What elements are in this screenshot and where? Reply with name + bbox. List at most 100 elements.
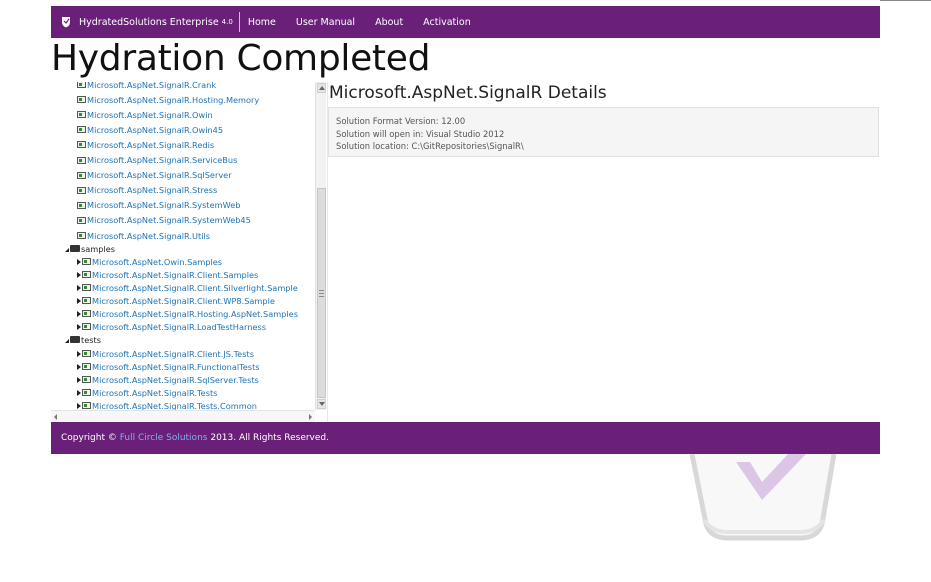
nav-activation[interactable]: Activation bbox=[413, 17, 481, 28]
tree-item-sample[interactable]: Microsoft.AspNet.SignalR.Client.WP8.Samp… bbox=[77, 294, 275, 307]
collapse-arrow-icon[interactable] bbox=[65, 338, 69, 343]
collapse-arrow-icon[interactable] bbox=[65, 247, 69, 252]
tree-item-test[interactable]: Microsoft.AspNet.SignalR.Client.JS.Tests bbox=[77, 347, 254, 360]
tree-item-sample[interactable]: Microsoft.AspNet.SignalR.Client.Samples bbox=[77, 268, 258, 281]
project-link[interactable]: Microsoft.AspNet.SignalR.Owin bbox=[87, 110, 213, 120]
grip-icon bbox=[319, 289, 324, 297]
details-box: Solution Format Version: 12.00 Solution … bbox=[328, 107, 879, 157]
tree-item-project[interactable]: Microsoft.AspNet.SignalR.ServiceBus bbox=[77, 154, 237, 167]
scroll-down-button[interactable] bbox=[317, 399, 326, 409]
tree-item-project[interactable]: Microsoft.AspNet.SignalR.Redis bbox=[77, 138, 214, 151]
expand-arrow-icon[interactable] bbox=[77, 363, 81, 370]
expand-arrow-icon[interactable] bbox=[77, 284, 81, 291]
project-link[interactable]: Microsoft.AspNet.SignalR.Client.WP8.Samp… bbox=[92, 296, 275, 306]
tree-folder-tests[interactable]: tests bbox=[65, 333, 101, 346]
expand-arrow-icon[interactable] bbox=[77, 271, 81, 278]
tree-item-sample[interactable]: Microsoft.AspNet.SignalR.Hosting.AspNet.… bbox=[77, 307, 298, 320]
tree-item-project[interactable]: Microsoft.AspNet.SignalR.SystemWeb bbox=[77, 199, 240, 212]
nav-user-manual[interactable]: User Manual bbox=[286, 17, 365, 28]
tree-item-project[interactable]: Microsoft.AspNet.SignalR.SqlServer bbox=[77, 169, 232, 182]
detail-visual-studio: Solution will open in: Visual Studio 201… bbox=[336, 128, 505, 139]
solution-tree-panel: Microsoft.AspNet.SignalR.Crank Microsoft.… bbox=[51, 82, 326, 422]
glass-checkmark-watermark-icon bbox=[689, 454, 837, 541]
tree-horizontal-scrollbar[interactable] bbox=[51, 410, 315, 422]
project-icon bbox=[77, 171, 86, 179]
expand-arrow-icon[interactable] bbox=[77, 389, 81, 396]
folder-label: tests bbox=[81, 334, 101, 345]
page-title: Hydration Completed bbox=[51, 38, 431, 79]
tree-folder-samples[interactable]: samples bbox=[65, 242, 115, 255]
project-link[interactable]: Microsoft.AspNet.SignalR.FunctionalTests bbox=[92, 362, 260, 372]
project-link[interactable]: Microsoft.AspNet.SignalR.Client.Samples bbox=[92, 270, 258, 280]
expand-arrow-icon[interactable] bbox=[77, 350, 81, 357]
tree-item-project[interactable]: Microsoft.AspNet.SignalR.SystemWeb45 bbox=[77, 214, 251, 227]
tree-item-sample[interactable]: Microsoft.AspNet.SignalR.Client.Silverli… bbox=[77, 281, 298, 294]
tree-item-test[interactable]: Microsoft.AspNet.SignalR.Tests.Common bbox=[77, 399, 257, 410]
project-link[interactable]: Microsoft.AspNet.SignalR.Hosting.AspNet.… bbox=[92, 309, 298, 319]
tree-item-project[interactable]: Microsoft.AspNet.SignalR.Utils bbox=[77, 229, 210, 242]
tree-item-project[interactable]: Microsoft.AspNet.SignalR.Stress bbox=[77, 184, 217, 197]
project-link[interactable]: Microsoft.AspNet.SignalR.Owin45 bbox=[87, 125, 223, 135]
project-link[interactable]: Microsoft.AspNet.SignalR.Tests.Common bbox=[92, 401, 257, 411]
project-link[interactable]: Microsoft.AspNet.Owin.Samples bbox=[92, 257, 222, 267]
project-link[interactable]: Microsoft.AspNet.SignalR.ServiceBus bbox=[87, 155, 237, 165]
project-icon bbox=[77, 96, 86, 104]
tree-item-sample[interactable]: Microsoft.AspNet.Owin.Samples bbox=[77, 255, 222, 268]
tree-vertical-scrollbar[interactable] bbox=[315, 82, 326, 410]
project-icon bbox=[82, 258, 91, 265]
project-link[interactable]: Microsoft.AspNet.SignalR.Hosting.Memory bbox=[87, 95, 259, 105]
brand[interactable]: HydratedSolutions Enterprise 4.0 bbox=[51, 12, 240, 32]
tree-item-project[interactable]: Microsoft.AspNet.SignalR.Crank bbox=[77, 82, 216, 91]
tree-item-sample[interactable]: Microsoft.AspNet.SignalR.LoadTestHarness bbox=[77, 320, 266, 333]
expand-arrow-icon[interactable] bbox=[77, 376, 81, 383]
project-icon bbox=[82, 271, 91, 278]
expand-arrow-icon[interactable] bbox=[77, 297, 81, 304]
tree-item-test[interactable]: Microsoft.AspNet.SignalR.FunctionalTests bbox=[77, 360, 260, 373]
solution-tree[interactable]: Microsoft.AspNet.SignalR.Crank Microsoft.… bbox=[51, 82, 315, 410]
project-link[interactable]: Microsoft.AspNet.SignalR.SqlServer.Tests bbox=[92, 375, 259, 385]
project-link[interactable]: Microsoft.AspNet.SignalR.Utils bbox=[87, 231, 210, 241]
details-title: Microsoft.AspNet.SignalR Details bbox=[329, 83, 607, 103]
tree-item-test[interactable]: Microsoft.AspNet.SignalR.Tests bbox=[77, 386, 217, 399]
project-icon bbox=[77, 216, 86, 224]
project-link[interactable]: Microsoft.AspNet.SignalR.Redis bbox=[87, 140, 214, 150]
detail-format-version: Solution Format Version: 12.00 bbox=[336, 116, 466, 126]
project-link[interactable]: Microsoft.AspNet.SignalR.LoadTestHarness bbox=[92, 322, 266, 332]
tree-item-project[interactable]: Microsoft.AspNet.SignalR.Owin45 bbox=[77, 123, 223, 136]
nav-home[interactable]: Home bbox=[240, 17, 286, 28]
tree-item-project[interactable]: Microsoft.AspNet.SignalR.Hosting.Memory bbox=[77, 93, 259, 106]
arrow-up-icon bbox=[318, 86, 325, 90]
project-icon bbox=[77, 186, 86, 194]
tree-item-test[interactable]: Microsoft.AspNet.SignalR.SqlServer.Tests bbox=[77, 373, 259, 386]
expand-arrow-icon[interactable] bbox=[77, 258, 81, 265]
scroll-up-button[interactable] bbox=[317, 83, 326, 93]
expand-arrow-icon[interactable] bbox=[77, 323, 81, 330]
project-link[interactable]: Microsoft.AspNet.SignalR.SqlServer bbox=[87, 170, 232, 180]
navbar: HydratedSolutions Enterprise 4.0 Home Us… bbox=[51, 6, 880, 38]
company-link[interactable]: Full Circle Solutions bbox=[120, 433, 208, 443]
expand-arrow-icon[interactable] bbox=[77, 402, 81, 409]
project-link[interactable]: Microsoft.AspNet.SignalR.Crank bbox=[87, 82, 216, 90]
brand-version: 4.0 bbox=[221, 18, 233, 26]
project-icon bbox=[82, 376, 91, 383]
expand-arrow-icon[interactable] bbox=[77, 310, 81, 317]
project-link[interactable]: Microsoft.AspNet.SignalR.Client.Silverli… bbox=[92, 283, 298, 293]
project-icon bbox=[82, 323, 91, 330]
project-icon bbox=[77, 156, 86, 164]
copyright-suffix: 2013. All Rights Reserved. bbox=[210, 433, 329, 443]
folder-icon bbox=[70, 245, 80, 252]
arrow-right-icon[interactable] bbox=[309, 414, 312, 420]
project-link[interactable]: Microsoft.AspNet.SignalR.SystemWeb bbox=[87, 200, 240, 210]
tree-item-project[interactable]: Microsoft.AspNet.SignalR.Owin bbox=[77, 108, 213, 121]
project-link[interactable]: Microsoft.AspNet.SignalR.SystemWeb45 bbox=[87, 215, 251, 225]
arrow-left-icon[interactable] bbox=[54, 414, 57, 420]
brand-name: HydratedSolutions Enterprise bbox=[79, 16, 219, 28]
project-link[interactable]: Microsoft.AspNet.SignalR.Client.JS.Tests bbox=[92, 349, 254, 359]
folder-icon bbox=[70, 336, 80, 343]
project-icon bbox=[82, 363, 91, 370]
nav-about[interactable]: About bbox=[365, 17, 413, 28]
project-icon bbox=[82, 402, 91, 409]
scroll-thumb[interactable] bbox=[317, 188, 326, 398]
project-link[interactable]: Microsoft.AspNet.SignalR.Stress bbox=[87, 185, 217, 195]
project-link[interactable]: Microsoft.AspNet.SignalR.Tests bbox=[92, 388, 217, 398]
